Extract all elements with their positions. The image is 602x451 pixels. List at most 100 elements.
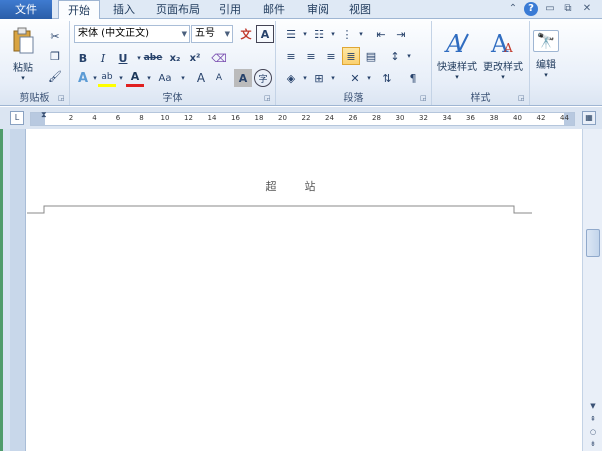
styles-group: A 快速样式 ▾ A A 更改样式 ▾ 样式 ◲ — [432, 21, 530, 105]
font-group-label: 字体 — [162, 93, 183, 104]
editing-button[interactable]: 🔭 编辑 ▾ — [532, 25, 560, 83]
ruler-tick-label: 38 — [489, 114, 499, 122]
font-size-select[interactable]: 五号 ▼ — [191, 25, 233, 43]
indent-marker-icon[interactable]: ⧗ — [41, 111, 49, 127]
header-divider-line — [27, 205, 532, 214]
quick-styles-button[interactable]: A 快速样式 ▾ — [434, 25, 480, 83]
phonetic-guide-button[interactable]: 文 — [237, 25, 255, 43]
collapse-ribbon-icon[interactable]: ⌃ — [506, 2, 520, 16]
tab-home[interactable]: 开始 — [58, 0, 100, 20]
tab-mailings[interactable]: 邮件 — [256, 0, 292, 19]
svg-text:A: A — [503, 41, 513, 55]
align-center-icon[interactable]: ≡ — [302, 47, 320, 65]
help-icon[interactable]: ? — [524, 2, 538, 16]
font-size-value: 五号 — [195, 28, 215, 39]
ruler-tick-label: 36 — [466, 114, 475, 122]
tab-references[interactable]: 引用 — [212, 0, 248, 19]
format-painter-icon[interactable]: 🖌 — [46, 67, 64, 85]
strikethrough-button[interactable]: abe — [142, 49, 164, 67]
horizontal-ruler[interactable]: ⧗ 2 4 6 8 10 12 14 16 18 20 22 24 26 28 30 32 34 36 38 40 42… — [30, 111, 575, 127]
ruler-tick-label: 8 — [139, 114, 144, 122]
view-ruler-icon[interactable]: ▦ — [582, 111, 596, 125]
next-page-icon[interactable]: ⇟ — [587, 439, 599, 449]
ruler-tick-label: 42 — [536, 114, 546, 122]
change-case-button[interactable]: Aa — [154, 69, 176, 87]
clipboard-launcher-icon[interactable]: ◲ — [58, 94, 66, 102]
minimize-icon[interactable]: ▭ — [543, 2, 557, 16]
tab-selector-button[interactable]: L — [10, 111, 24, 125]
word-window: 文件 开始 插入 页面布局 引用 邮件 审阅 视图 ⌃ ? ▭ ⧉ ✕ 粘贴 ▾… — [0, 0, 602, 451]
show-marks-icon[interactable]: ¶ — [404, 69, 422, 87]
close-icon[interactable]: ✕ — [580, 2, 594, 16]
document-page[interactable]: 超站 — [27, 129, 582, 451]
editing-label: 编辑 — [536, 59, 556, 71]
font-launcher-icon[interactable]: ◲ — [264, 94, 272, 102]
paste-icon — [13, 27, 34, 53]
decrease-indent-icon[interactable]: ⇤ — [372, 25, 390, 43]
change-case-dropdown-icon[interactable]: ▾ — [174, 69, 192, 87]
document-area: 超站 ▼ ⇞ ○ ⇟ — [0, 129, 602, 451]
ruler-tick-label: 18 — [254, 114, 264, 122]
line-spacing-dropdown-icon[interactable]: ▾ — [400, 47, 418, 65]
clear-formatting-icon[interactable]: ⌫ — [210, 49, 228, 67]
font-group: 宋体 (中文正文) ▼ 五号 ▼ 文 A B I U ▾ abe x₂ x² ⌫… — [70, 21, 276, 105]
ribbon: 粘贴 ▾ ✂ ❐ 🖌 剪贴板 ◲ 宋体 (中文正文) ▼ 五号 ▼ 文 A B … — [0, 19, 602, 106]
font-name-select[interactable]: 宋体 (中文正文) ▼ — [74, 25, 190, 43]
char-shading-button[interactable]: A — [234, 69, 252, 87]
styles-group-label: 样式 — [470, 93, 491, 104]
italic-button[interactable]: I — [94, 49, 112, 67]
align-right-icon[interactable]: ≡ — [322, 47, 340, 65]
file-tab[interactable]: 文件 — [0, 0, 52, 19]
select-browse-object-icon[interactable]: ○ — [587, 427, 599, 437]
ruler-tick-label: 14 — [207, 114, 217, 122]
grow-font-button[interactable]: A — [192, 69, 210, 87]
ruler-tick-label: 24 — [325, 114, 334, 122]
change-styles-button[interactable]: A A 更改样式 ▾ — [480, 25, 526, 83]
superscript-button[interactable]: x² — [186, 49, 204, 67]
restore-icon[interactable]: ⧉ — [561, 2, 575, 16]
quick-styles-icon: A — [444, 30, 469, 58]
tab-page-layout[interactable]: 页面布局 — [148, 0, 208, 19]
ruler-tick-label: 28 — [372, 114, 381, 122]
tab-insert[interactable]: 插入 — [106, 0, 142, 19]
binoculars-icon: 🔭 — [532, 29, 560, 52]
ribbon-tab-bar: 文件 开始 插入 页面布局 引用 邮件 审阅 视图 ⌃ ? ▭ ⧉ ✕ — [0, 0, 602, 20]
increase-indent-icon[interactable]: ⇥ — [392, 25, 410, 43]
justify-icon[interactable]: ≣ — [342, 47, 360, 65]
cut-icon[interactable]: ✂ — [46, 27, 64, 45]
ruler-tick-label: 30 — [395, 114, 405, 122]
distributed-icon[interactable]: ▤ — [362, 47, 380, 65]
ruler-tick-label: 4 — [92, 114, 97, 122]
tab-review[interactable]: 审阅 — [300, 0, 336, 19]
sort-icon[interactable]: ⇅ — [378, 69, 396, 87]
scroll-down-icon[interactable]: ▼ — [587, 401, 599, 411]
change-styles-icon: A A — [490, 30, 513, 58]
vertical-ruler[interactable] — [10, 129, 26, 451]
paragraph-launcher-icon[interactable]: ◲ — [420, 94, 428, 102]
subscript-button[interactable]: x₂ — [166, 49, 184, 67]
ruler-tick-label: 20 — [278, 114, 287, 122]
enclose-char-button[interactable]: 字 — [254, 69, 272, 87]
scrollbar-thumb[interactable] — [586, 229, 600, 257]
asian-layout-dropdown-icon[interactable]: ▾ — [360, 69, 378, 87]
borders-dropdown-icon[interactable]: ▾ — [324, 69, 342, 87]
copy-icon[interactable]: ❐ — [46, 47, 64, 65]
multilevel-dropdown-icon[interactable]: ▾ — [352, 25, 370, 43]
tab-view[interactable]: 视图 — [342, 0, 378, 19]
styles-launcher-icon[interactable]: ◲ — [518, 94, 526, 102]
vertical-scrollbar[interactable]: ▼ ⇞ ○ ⇟ — [582, 129, 602, 451]
shrink-font-button[interactable]: A — [210, 69, 228, 87]
paste-label: 粘贴 — [13, 62, 33, 74]
char-border-button[interactable]: A — [256, 25, 274, 43]
change-styles-dropdown-icon: ▾ — [501, 72, 505, 81]
chevron-down-icon: ▼ — [224, 30, 230, 38]
quick-styles-label: 快速样式 — [437, 61, 477, 73]
bold-button[interactable]: B — [74, 49, 92, 67]
editing-group: 🔭 编辑 ▾ — [530, 21, 562, 105]
previous-page-icon[interactable]: ⇞ — [587, 414, 599, 424]
align-left-icon[interactable]: ≡ — [282, 47, 300, 65]
paragraph-group: ☰ ▾ ☷ ▾ ⋮ ▾ ⇤ ⇥ ≡ ≡ ≡ ≣ ▤ ↕ ▾ ◈ ▾ ⊞ ▾ ✕ … — [276, 21, 432, 105]
paste-button[interactable]: 粘贴 ▾ — [8, 25, 38, 83]
left-gutter — [0, 129, 10, 451]
chevron-down-icon: ▼ — [181, 30, 187, 38]
